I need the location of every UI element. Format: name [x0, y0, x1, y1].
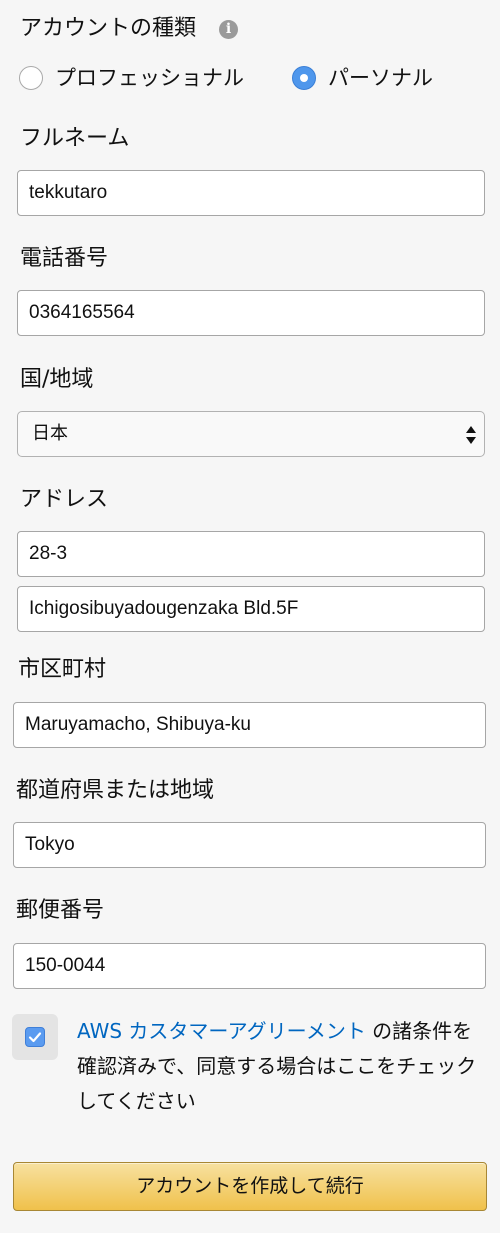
state-label: 都道府県または地域: [16, 778, 215, 803]
radio-personal-label: パーソナル: [328, 66, 433, 90]
aws-customer-agreement-link[interactable]: AWS カスタマーアグリーメント: [77, 1019, 366, 1043]
radio-professional-label: プロフェッショナル: [55, 66, 244, 90]
agreement-checkbox-wrap[interactable]: [12, 1014, 58, 1060]
create-account-button[interactable]: アカウントを作成して続行: [13, 1162, 487, 1211]
country-select-value: 日本: [32, 423, 68, 444]
state-input[interactable]: Tokyo: [13, 822, 486, 868]
agreement-checkbox[interactable]: [25, 1027, 45, 1047]
agreement-text: AWS カスタマーアグリーメント の諸条件を確認済みで、同意する場合はここをチェ…: [77, 1014, 487, 1119]
full-name-label: フルネーム: [20, 126, 130, 151]
radio-professional[interactable]: プロフェッショナル: [19, 64, 259, 94]
country-label: 国/地域: [20, 367, 94, 392]
checkmark-icon: [28, 1032, 42, 1043]
info-icon[interactable]: i: [219, 20, 238, 39]
address-line1-input[interactable]: 28-3: [17, 531, 485, 577]
postal-input[interactable]: 150-0044: [13, 943, 486, 989]
select-arrows-icon: [466, 426, 476, 444]
radio-personal-circle[interactable]: [292, 66, 316, 90]
phone-input[interactable]: 0364165564: [17, 290, 485, 336]
full-name-input[interactable]: tekkutaro: [17, 170, 485, 216]
city-label: 市区町村: [18, 657, 107, 682]
radio-personal[interactable]: パーソナル: [292, 64, 452, 94]
city-input[interactable]: Maruyamacho, Shibuya-ku: [13, 702, 486, 748]
country-select[interactable]: 日本: [17, 411, 485, 457]
phone-label: 電話番号: [20, 246, 109, 271]
address-line2-input[interactable]: Ichigosibuyadougenzaka Bld.5F: [17, 586, 485, 632]
account-type-label: アカウントの種類: [20, 16, 197, 41]
radio-professional-circle[interactable]: [19, 66, 43, 90]
postal-label: 郵便番号: [16, 898, 105, 923]
address-label: アドレス: [20, 487, 109, 512]
